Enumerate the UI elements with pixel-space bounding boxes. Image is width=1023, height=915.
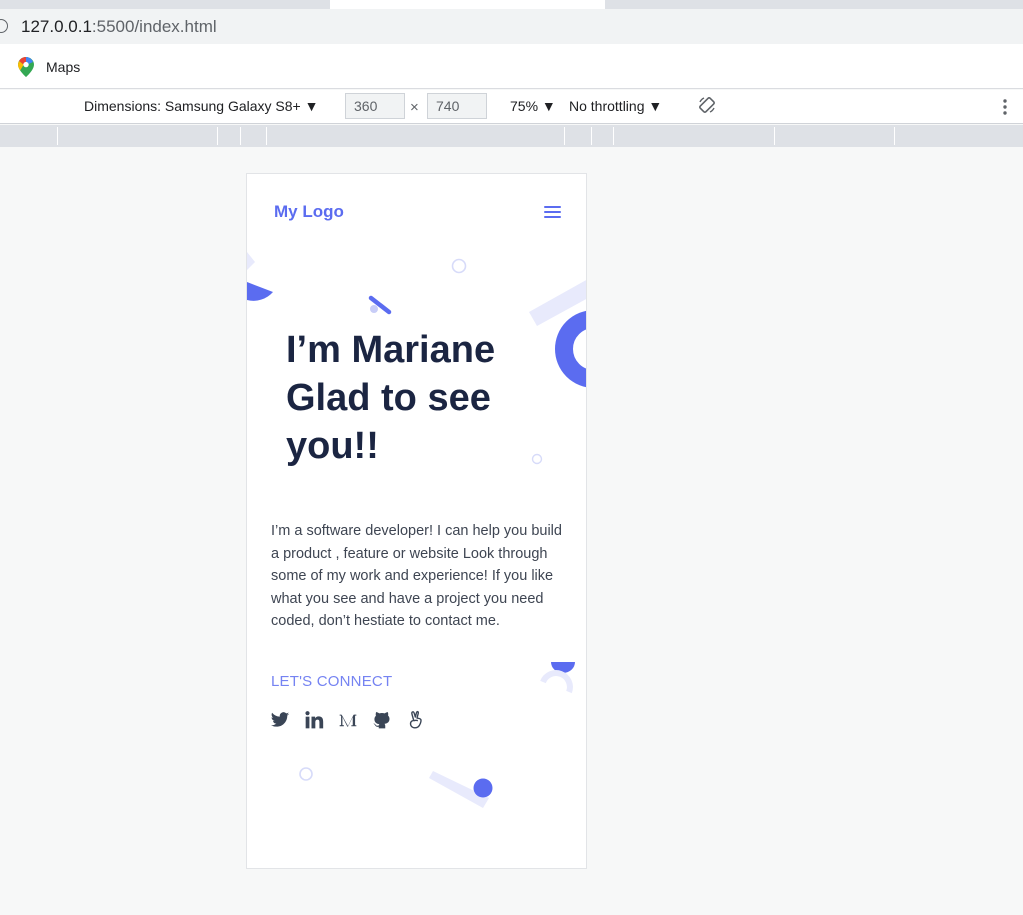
ruler-mark — [564, 127, 565, 145]
ruler-mark — [240, 127, 241, 145]
deco-dot — [370, 305, 378, 313]
ruler-mark — [894, 127, 895, 145]
more-options-icon[interactable] — [1000, 97, 1010, 117]
hamburger-menu-icon[interactable] — [544, 206, 561, 218]
hero-line-2: Glad to see — [286, 377, 491, 419]
deco-half-circle — [247, 282, 273, 301]
bookmarks-bar: Maps — [0, 44, 1023, 89]
deco-ring-bottom — [299, 767, 313, 781]
hero-line-1: I’m Mariane — [286, 329, 496, 371]
url-path: :5500/index.html — [91, 17, 217, 36]
hero-heading: I’m Mariane Glad to see you!! — [286, 326, 546, 470]
hero-line-3: you!! — [286, 425, 379, 467]
url-host: 127.0.0.1 — [21, 17, 92, 36]
bio-paragraph: I’m a software developer! I can help you… — [271, 523, 562, 630]
bookmark-label: Maps — [46, 59, 81, 75]
deco-big-ring — [555, 310, 586, 388]
github-icon[interactable] — [372, 710, 392, 730]
deco-bottom-dot — [473, 778, 493, 798]
deco-ring — [451, 258, 467, 274]
linkedin-icon[interactable] — [304, 710, 324, 730]
ruler-mark — [217, 127, 218, 145]
dimensions-dropdown[interactable]: Dimensions: Samsung Galaxy S8+ ▼ — [84, 98, 318, 114]
ruler-mark — [57, 127, 58, 145]
menu-line — [544, 216, 561, 218]
height-input[interactable]: 740 — [427, 93, 487, 119]
ruler-mark — [613, 127, 614, 145]
lets-connect-link[interactable]: LET'S CONNECT — [271, 673, 392, 690]
ruler-mark — [266, 127, 267, 145]
rotate-icon[interactable] — [698, 96, 716, 114]
width-input[interactable]: 360 — [345, 93, 405, 119]
site-logo[interactable]: My Logo — [274, 202, 344, 222]
medium-icon[interactable] — [338, 710, 358, 730]
deco-arc — [540, 670, 573, 694]
media-query-ruler[interactable] — [0, 125, 1023, 147]
menu-line — [544, 206, 561, 208]
times-symbol: × — [410, 99, 419, 116]
tab-strip — [0, 0, 1023, 9]
throttling-dropdown[interactable]: No throttling ▼ — [569, 98, 662, 114]
device-toolbar: Dimensions: Samsung Galaxy S8+ ▼ 360 × 7… — [0, 90, 1023, 124]
ruler-mark — [774, 127, 775, 145]
angellist-icon[interactable] — [406, 710, 426, 730]
active-tab[interactable] — [330, 0, 605, 9]
mobile-viewport: My Logo I’m Mariane Glad to see you!! I’… — [246, 173, 587, 869]
zoom-dropdown[interactable]: 75% ▼ — [510, 98, 556, 114]
social-links — [270, 710, 426, 730]
ruler-mark — [591, 127, 592, 145]
maps-pin-icon — [18, 57, 34, 77]
site-info-icon[interactable] — [0, 19, 8, 33]
url-text[interactable]: 127.0.0.1:5500/index.html — [21, 17, 217, 37]
twitter-icon[interactable] — [270, 710, 290, 730]
menu-line — [544, 211, 561, 213]
bookmark-maps[interactable]: Maps — [18, 57, 80, 77]
address-bar[interactable]: 127.0.0.1:5500/index.html — [0, 9, 1023, 44]
deco-triangle — [247, 252, 255, 270]
